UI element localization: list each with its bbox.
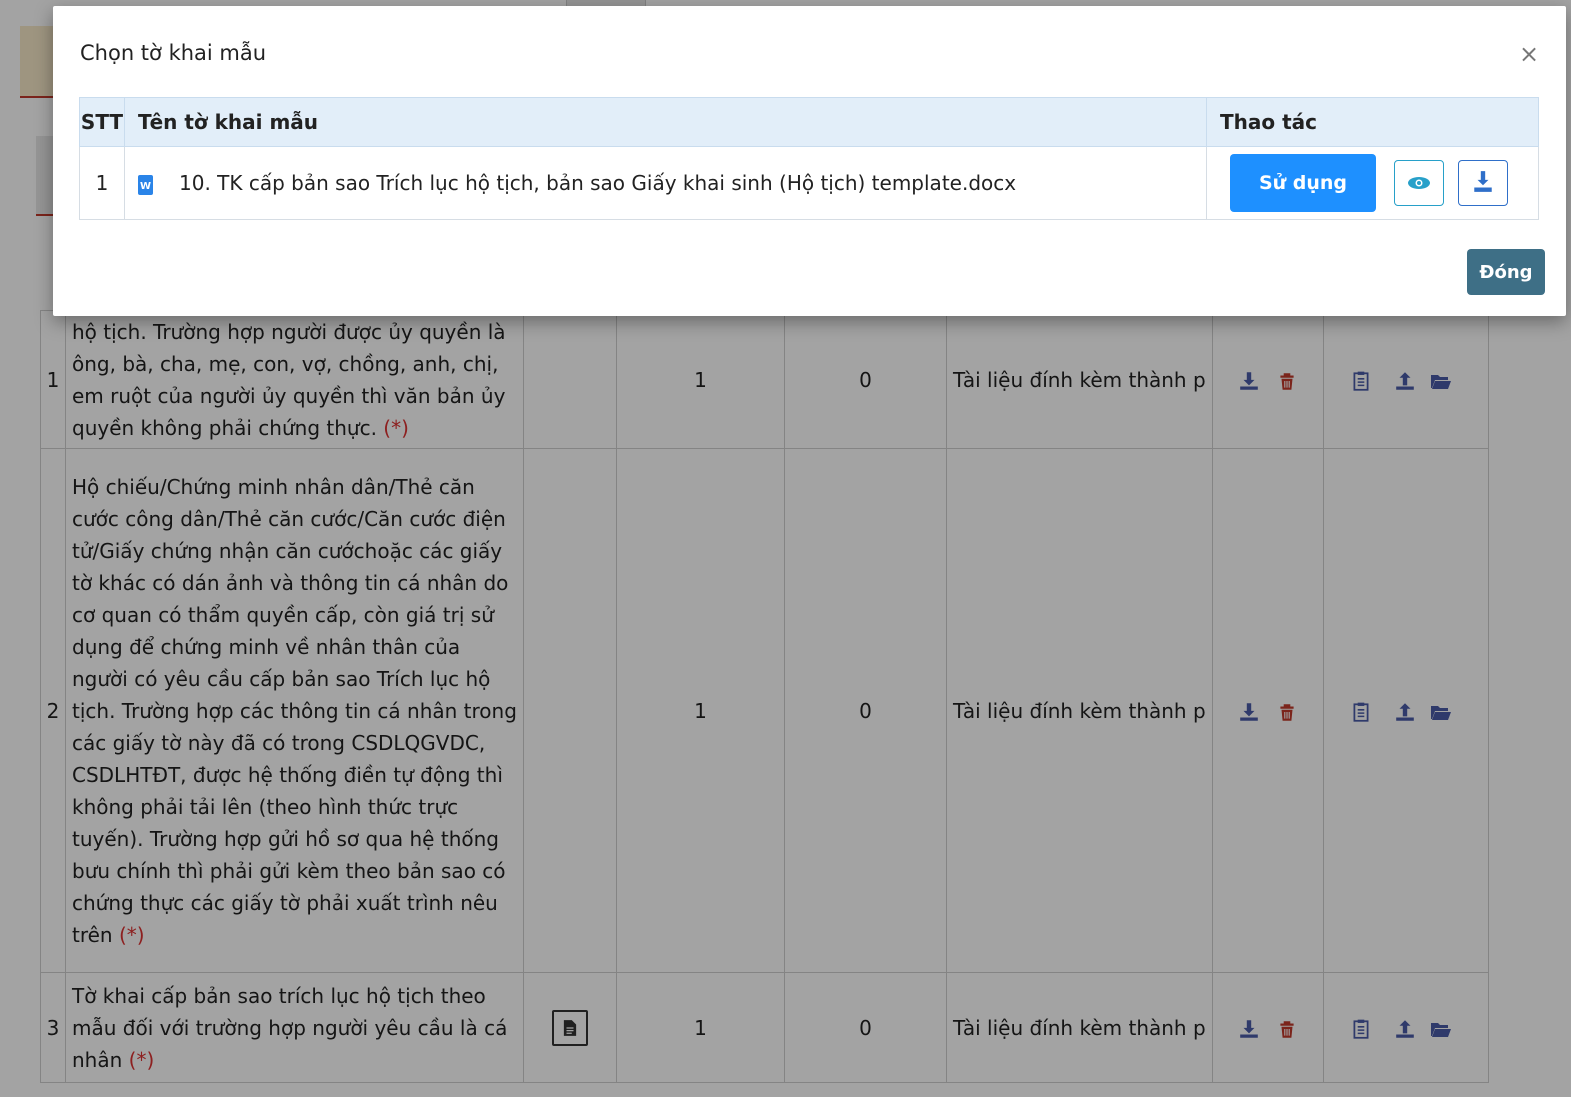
table-header-row: STT Tên tờ khai mẫu Thao tác [79,97,1539,147]
template-name-cell: W 10. TK cấp bản sao Trích lục hộ tịch, b… [124,146,1207,220]
close-icon[interactable]: × [1519,42,1539,66]
row-stt: 1 [79,146,125,220]
use-template-button[interactable]: Sử dụng [1230,154,1376,212]
template-picker-modal: Chọn tờ khai mẫu × STT Tên tờ khai mẫu T… [53,6,1566,316]
column-header-name: Tên tờ khai mẫu [124,97,1207,147]
row-actions: Sử dụng [1206,146,1539,220]
column-header-stt: STT [79,97,125,147]
download-icon [1474,171,1492,192]
template-name: 10. TK cấp bản sao Trích lục hộ tịch, bả… [179,171,1017,195]
download-button[interactable] [1458,160,1508,206]
close-button[interactable]: Đóng [1467,249,1545,295]
table-row: 1 W 10. TK cấp bản sao Trích lục hộ tịch,… [79,146,1539,220]
column-header-actions: Thao tác [1206,97,1539,147]
word-doc-icon: W [138,174,153,195]
modal-title: Chọn tờ khai mẫu [80,41,267,65]
preview-button[interactable] [1394,160,1444,206]
eye-icon [1408,177,1430,189]
template-table: STT Tên tờ khai mẫu Thao tác 1 W 10. TK c… [79,97,1539,220]
